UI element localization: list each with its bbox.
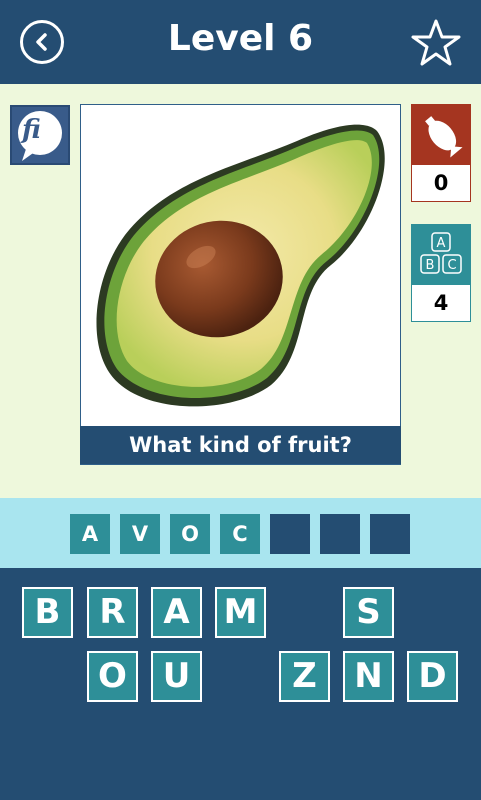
star-icon — [411, 19, 461, 66]
header-bar: Level 6 — [0, 0, 481, 84]
svg-text:C: C — [447, 258, 456, 273]
question-caption: What kind of fruit? — [80, 426, 401, 464]
bomb-icon — [411, 104, 471, 164]
avocado-illustration — [96, 124, 385, 407]
letter-tile[interactable]: B — [22, 587, 73, 638]
bubble-tail-icon — [22, 149, 36, 161]
bomb-count: 0 — [411, 164, 471, 202]
bomb-hint[interactable]: 0 — [411, 104, 471, 202]
letter-tile[interactable]: O — [87, 651, 138, 702]
answer-slot[interactable]: A — [70, 514, 110, 554]
answer-slots: A V O C — [0, 498, 481, 568]
question-area: fi What kind of fruit? 0 A B C 4 — [0, 84, 481, 498]
answer-slot[interactable]: O — [170, 514, 210, 554]
level-title: Level 6 — [167, 18, 314, 59]
letter-tile[interactable]: D — [407, 651, 458, 702]
letter-tile[interactable]: N — [343, 651, 394, 702]
answer-slot-empty[interactable] — [370, 514, 410, 554]
answer-slot-empty[interactable] — [320, 514, 360, 554]
letter-tile[interactable]: U — [151, 651, 202, 702]
answer-slot[interactable]: V — [120, 514, 160, 554]
answer-slot[interactable]: C — [220, 514, 260, 554]
avocado-image — [80, 104, 401, 465]
answer-slot-empty[interactable] — [270, 514, 310, 554]
letter-tile[interactable]: M — [215, 587, 266, 638]
favorite-button[interactable] — [411, 18, 461, 68]
letter-tile[interactable]: A — [151, 587, 202, 638]
svg-text:B: B — [426, 258, 435, 273]
facebook-share-button[interactable]: fi — [10, 105, 70, 165]
svg-text:A: A — [437, 236, 446, 251]
abc-blocks-icon: A B C — [411, 224, 471, 284]
letter-tile[interactable]: S — [343, 587, 394, 638]
reveal-count: 4 — [411, 284, 471, 322]
reveal-letter-hint[interactable]: A B C 4 — [411, 224, 471, 322]
letter-tile[interactable]: Z — [279, 651, 330, 702]
letter-tile[interactable]: R — [87, 587, 138, 638]
